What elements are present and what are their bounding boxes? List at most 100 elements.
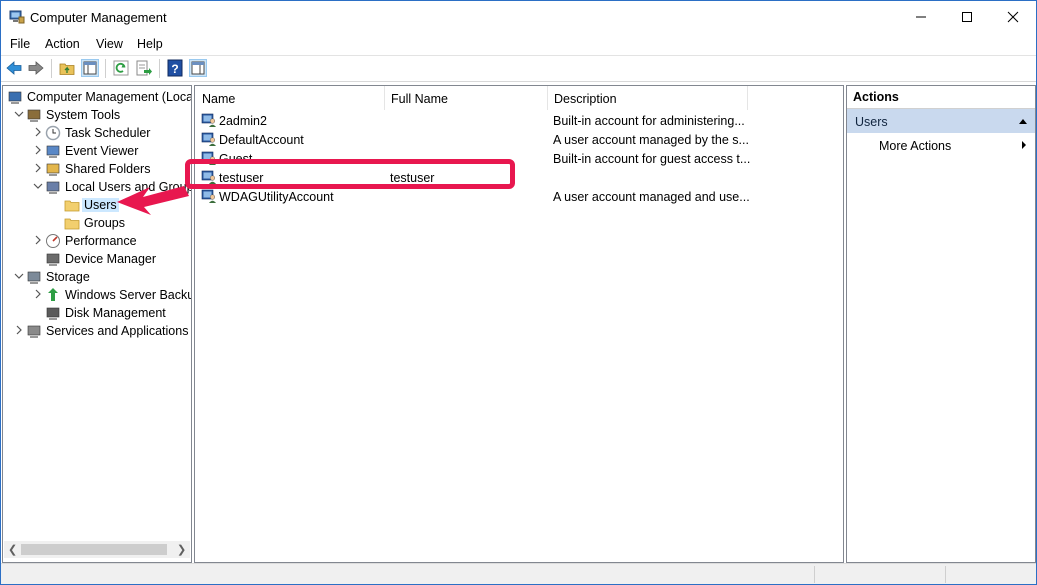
tree-item[interactable]: Windows Server Backup [3, 286, 191, 304]
actions-section-users[interactable]: Users [847, 109, 1035, 133]
collapse-chevron-right-icon[interactable] [33, 287, 43, 301]
tree-item[interactable]: Storage [3, 268, 191, 286]
tree-item[interactable]: Services and Applications [3, 322, 191, 340]
menu-view[interactable]: View [96, 37, 123, 51]
tree-item-label: Storage [46, 270, 90, 284]
minimize-button[interactable] [898, 1, 944, 33]
column-header-description[interactable]: Description [547, 86, 748, 110]
svg-text:?: ? [171, 62, 178, 76]
menu-help[interactable]: Help [137, 37, 163, 51]
tree-item-label: System Tools [46, 108, 121, 122]
tree-item[interactable]: Local Users and Groups [3, 178, 191, 196]
toolbar: ? [1, 55, 1036, 82]
tree-item-label: Shared Folders [65, 162, 151, 176]
tree-item[interactable]: System Tools [3, 106, 191, 124]
menu-bar: File Action View Help [1, 33, 1036, 54]
refresh-icon[interactable] [112, 59, 130, 77]
tree-item[interactable]: Device Manager [3, 250, 191, 268]
tree-item[interactable]: Task Scheduler [3, 124, 191, 142]
tree-item-label: Groups [84, 216, 125, 230]
tree-item-label: Performance [65, 234, 137, 248]
tree-item[interactable]: Disk Management [3, 304, 191, 322]
collapse-chevron-right-icon[interactable] [33, 161, 43, 175]
user-row[interactable]: 2admin2 Built-in account for administerin… [195, 111, 843, 130]
column-header-full-name[interactable]: Full Name [384, 86, 548, 110]
tree-item[interactable]: Users [3, 196, 191, 214]
tree-item[interactable]: Groups [3, 214, 191, 232]
window-title: Computer Management [30, 10, 167, 25]
actions-section-label: Users [855, 115, 888, 129]
computer-management-window: Computer Management File Action View Hel… [0, 0, 1037, 585]
collapse-chevron-right-icon[interactable] [33, 233, 43, 247]
more-actions-label: More Actions [879, 139, 952, 153]
computer-management-icon [8, 91, 22, 104]
user-name-cell: 2admin2 [219, 114, 267, 128]
expand-chevron-down-icon[interactable] [14, 269, 24, 283]
action-pane-icon [191, 61, 205, 75]
more-actions-item[interactable]: More Actions [847, 134, 1035, 156]
tree-horizontal-scrollbar[interactable]: ❮ ❯ [4, 541, 190, 558]
column-label: Description [554, 92, 617, 106]
menu-action[interactable]: Action [45, 37, 80, 51]
help-icon[interactable]: ? [166, 59, 184, 77]
list-header: Name Full Name Description [195, 86, 843, 110]
user-row[interactable]: WDAGUtilityAccount A user account managed… [195, 187, 843, 206]
scrollbar-thumb[interactable] [21, 544, 167, 555]
tree-item[interactable]: Computer Management (Local [3, 88, 191, 106]
toolbar-separator [159, 59, 160, 78]
tree-item-label: Users [82, 198, 119, 212]
user-account-icon [201, 113, 216, 127]
show-hide-console-tree-button[interactable] [81, 59, 99, 77]
export-list-icon[interactable] [135, 59, 153, 77]
tree-item-label: Computer Management (Local [27, 90, 192, 104]
event-viewer-icon [46, 145, 60, 158]
user-row[interactable]: DefaultAccount A user account managed by … [195, 130, 843, 149]
column-header-name[interactable]: Name [195, 86, 385, 110]
actions-title: Actions [853, 90, 899, 104]
user-name-cell: WDAGUtilityAccount [219, 190, 334, 204]
description-cell: Built-in account for administering... [553, 114, 745, 128]
column-label: Full Name [391, 92, 448, 106]
tree-item[interactable]: Performance [3, 232, 191, 250]
folder-icon [64, 218, 80, 230]
close-button[interactable] [990, 1, 1036, 33]
backup-icon [48, 288, 58, 301]
collapse-chevron-right-icon[interactable] [33, 125, 43, 139]
collapse-up-icon [1019, 119, 1027, 124]
scroll-left-icon[interactable]: ❮ [8, 543, 18, 556]
folder-icon [64, 200, 80, 212]
forward-arrow-icon[interactable] [27, 59, 45, 77]
computer-management-icon [9, 10, 25, 24]
up-folder-icon[interactable] [58, 59, 76, 77]
maximize-icon [962, 12, 972, 22]
show-hide-action-pane-button[interactable] [189, 59, 207, 77]
description-cell: A user account managed by the s... [553, 133, 749, 147]
console-tree-icon [83, 61, 97, 75]
collapse-chevron-right-icon[interactable] [33, 143, 43, 157]
user-account-icon [201, 189, 216, 203]
title-bar: Computer Management [1, 1, 1036, 33]
close-icon [1007, 11, 1019, 23]
collapse-chevron-right-icon[interactable] [14, 323, 24, 337]
user-account-icon [201, 132, 216, 146]
actions-header: Actions [847, 86, 1035, 109]
expand-chevron-down-icon[interactable] [33, 179, 43, 193]
menu-file[interactable]: File [10, 37, 30, 51]
shared-folder-icon [46, 163, 60, 176]
back-arrow-icon[interactable] [5, 59, 23, 77]
tree-item-label: Disk Management [65, 306, 166, 320]
submenu-arrow-icon [1022, 141, 1026, 149]
tree-item-label: Services and Applications [46, 324, 189, 338]
tree-item[interactable]: Event Viewer [3, 142, 191, 160]
tree-item[interactable]: Shared Folders [3, 160, 191, 178]
scroll-right-icon[interactable]: ❯ [177, 543, 187, 556]
minimize-icon [916, 16, 926, 18]
toolbar-separator [105, 59, 106, 78]
system-tools-icon [27, 109, 41, 122]
storage-icon [27, 271, 41, 284]
toolbar-separator [51, 59, 52, 78]
description-cell: Built-in account for guest access t... [553, 152, 751, 166]
device-manager-icon [46, 253, 60, 266]
expand-chevron-down-icon[interactable] [14, 107, 24, 121]
maximize-button[interactable] [944, 1, 990, 33]
